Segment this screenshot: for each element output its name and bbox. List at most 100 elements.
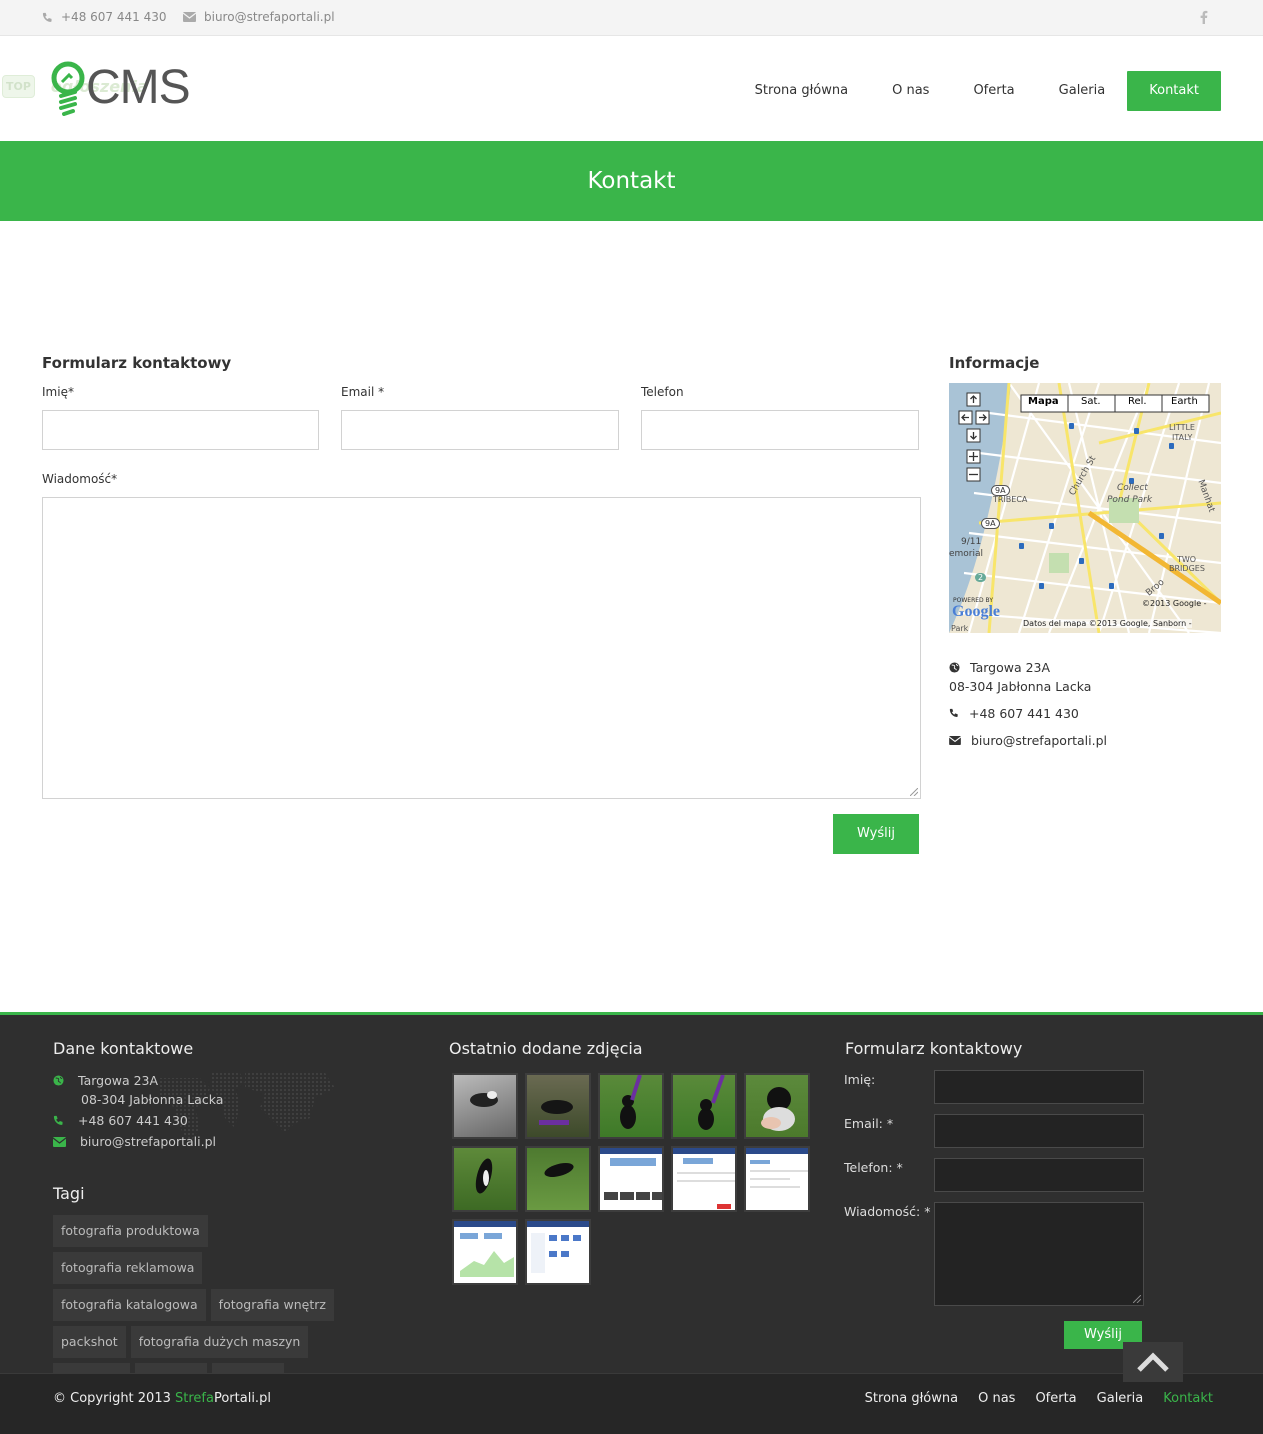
footer-message-label: Wiadomość: *	[844, 1204, 931, 1219]
email-label: Email *	[341, 385, 385, 399]
photo-thumbnail[interactable]	[598, 1073, 664, 1139]
phone-icon	[53, 1115, 63, 1125]
resize-handle-icon[interactable]	[1133, 1295, 1141, 1303]
logo-text: CMS	[86, 61, 191, 114]
photo-thumbnail[interactable]	[744, 1146, 810, 1212]
email-input[interactable]	[341, 410, 619, 450]
resize-handle-icon[interactable]	[910, 788, 918, 796]
envelope-icon	[183, 12, 196, 22]
footer-nav: Strona główna O nas Oferta Galeria Konta…	[865, 1391, 1213, 1406]
phone-icon	[949, 708, 958, 717]
tag-link[interactable]: packshot	[53, 1326, 126, 1358]
tag-link[interactable]: fotografia reklamowa	[53, 1252, 203, 1284]
footer-tags-title: Tagi	[53, 1184, 85, 1203]
chevron-up-icon	[1137, 1352, 1169, 1372]
map-label: Collect	[1117, 483, 1148, 493]
footer-email-label: Email: *	[844, 1116, 894, 1131]
photo-thumbnail[interactable]	[598, 1146, 664, 1212]
footer-message-textarea[interactable]	[934, 1202, 1144, 1306]
footer-email[interactable]: biuro@strefaportali.pl	[53, 1132, 216, 1151]
google-logo[interactable]: Google	[952, 603, 1000, 621]
footer-nav-kontakt[interactable]: Kontakt	[1163, 1391, 1213, 1406]
map-label-park: Park	[951, 624, 969, 633]
map-badge: 9A	[981, 518, 1000, 529]
scroll-to-top-button[interactable]	[1123, 1342, 1183, 1382]
phone-input[interactable]	[641, 410, 919, 450]
tag-link[interactable]: fotografia wnętrz	[210, 1289, 334, 1321]
footer-phone-input[interactable]	[934, 1158, 1144, 1192]
info-email[interactable]: biuro@strefaportali.pl	[949, 731, 1107, 750]
tag-link[interactable]: fotografia produktowa	[53, 1215, 208, 1247]
map-label: 9/11	[961, 537, 982, 547]
copyright: © Copyright 2013 StrefaPortali.pl	[53, 1391, 271, 1406]
footer-nav-oferta[interactable]: Oferta	[1035, 1391, 1076, 1406]
topbar-email[interactable]: biuro@strefaportali.pl	[183, 10, 335, 24]
name-input[interactable]	[42, 410, 319, 450]
lightbulb-logo-icon	[51, 61, 85, 116]
google-map[interactable]: Mapa Sat. Rel. Earth LITTLE ITALY TRIBEC…	[949, 383, 1221, 633]
footer-address-line2: 08-304 Jabłonna Lacka	[81, 1092, 224, 1107]
photo-thumbnail[interactable]	[525, 1146, 591, 1212]
map-type-sat[interactable]: Sat.	[1081, 396, 1101, 407]
map-label: TWO	[1177, 555, 1197, 564]
photo-thumbnail[interactable]	[452, 1219, 518, 1285]
tag-link[interactable]: fotografia dużych maszyn	[130, 1326, 309, 1358]
message-textarea[interactable]	[42, 497, 921, 799]
footer-nav-strona-glowna[interactable]: Strona główna	[865, 1391, 958, 1406]
nav-o-nas[interactable]: O nas	[870, 71, 951, 111]
photo-thumbnail[interactable]	[525, 1219, 591, 1285]
nav-oferta[interactable]: Oferta	[951, 71, 1036, 111]
photo-thumbnail[interactable]	[671, 1146, 737, 1212]
map-canvas[interactable]	[949, 383, 1221, 633]
photo-thumbnail[interactable]	[452, 1073, 518, 1139]
footer-phone-text: +48 607 441 430	[78, 1113, 188, 1128]
map-badge: 2	[975, 573, 987, 582]
info-address: Targowa 23A	[949, 658, 1050, 677]
nav-galeria[interactable]: Galeria	[1037, 71, 1128, 111]
footer-email-input[interactable]	[934, 1114, 1144, 1148]
envelope-icon	[949, 736, 961, 745]
info-address-line2: 08-304 Jabłonna Lacka	[949, 679, 1092, 694]
map-badge: 9A	[991, 485, 1010, 496]
globe-icon	[53, 1075, 64, 1086]
map-data-credit[interactable]: Datos del mapa ©2013 Google, Sanborn -	[1023, 619, 1192, 628]
nav-kontakt[interactable]: Kontakt	[1127, 71, 1221, 111]
topbar-phone-text: +48 607 441 430	[61, 10, 167, 24]
map-type-rel[interactable]: Rel.	[1128, 396, 1147, 407]
message-label: Wiadomość*	[42, 472, 118, 486]
nav-strona-glowna[interactable]: Strona główna	[733, 71, 870, 111]
info-phone-text: +48 607 441 430	[969, 706, 1079, 721]
tag-link[interactable]: fotografia katalogowa	[53, 1289, 206, 1321]
badge-top: TOP	[2, 74, 35, 98]
info-phone[interactable]: +48 607 441 430	[949, 704, 1079, 723]
phone-label: Telefon	[641, 385, 684, 399]
info-address-line1: Targowa 23A	[970, 660, 1051, 675]
facebook-icon[interactable]	[1200, 10, 1208, 24]
footer-nav-o-nas[interactable]: O nas	[978, 1391, 1015, 1406]
footer-form-title: Formularz kontaktowy	[845, 1039, 1023, 1058]
map-copyright: ©2013 Google -	[1142, 599, 1207, 608]
map-type-earth[interactable]: Earth	[1171, 396, 1198, 407]
name-label: Imię*	[42, 385, 74, 399]
brand-strefa[interactable]: Strefa	[175, 1391, 214, 1406]
brand-portali[interactable]: Portali.pl	[214, 1391, 271, 1406]
topbar-phone[interactable]: +48 607 441 430	[42, 10, 166, 24]
photo-thumbnail[interactable]	[452, 1146, 518, 1212]
footer-photos-title: Ostatnio dodane zdjęcia	[449, 1039, 643, 1058]
footer-name-input[interactable]	[934, 1070, 1144, 1104]
submit-button[interactable]: Wyślij	[833, 814, 919, 854]
main-nav: Strona główna O nas Oferta Galeria Konta…	[733, 71, 1221, 111]
footer-contact-title: Dane kontaktowe	[53, 1039, 194, 1058]
footer-phone[interactable]: +48 607 441 430	[53, 1111, 188, 1130]
photo-thumbnail[interactable]	[671, 1073, 737, 1139]
footer-nav-galeria[interactable]: Galeria	[1097, 1391, 1144, 1406]
map-type-mapa[interactable]: Mapa	[1028, 396, 1059, 407]
contact-form-title: Formularz kontaktowy	[42, 354, 232, 372]
map-label: emorial	[949, 549, 984, 559]
footer-address: Targowa 23A	[53, 1071, 158, 1090]
photo-thumbnail[interactable]	[525, 1073, 591, 1139]
map-label: TRIBECA	[993, 495, 1028, 504]
info-title: Informacje	[949, 354, 1040, 372]
map-label: Pond Park	[1107, 495, 1153, 505]
photo-thumbnail[interactable]	[744, 1073, 810, 1139]
